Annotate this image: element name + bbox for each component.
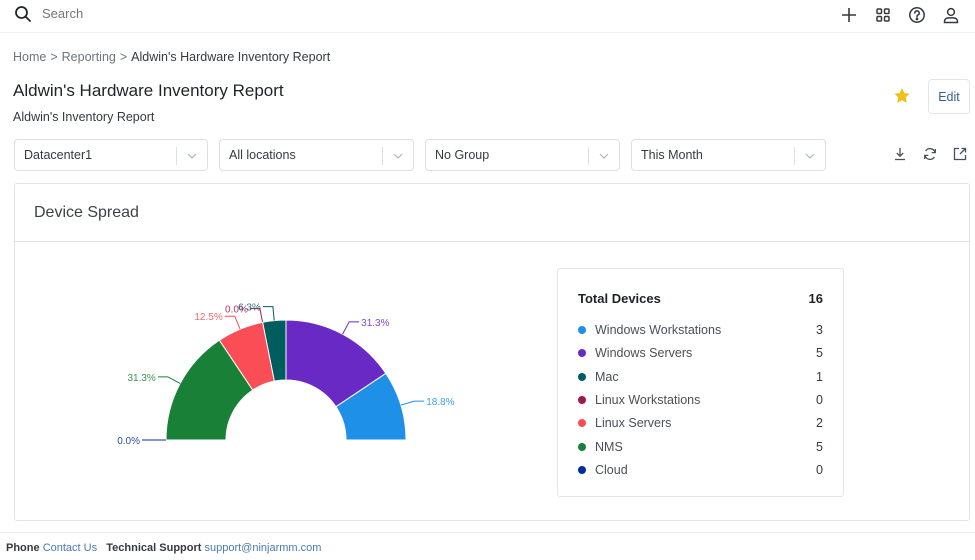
open-external-icon[interactable]	[952, 146, 968, 162]
legend-dot-icon	[578, 419, 586, 428]
filter-divider	[176, 147, 177, 165]
user-icon[interactable]	[941, 5, 961, 25]
apps-grid-icon[interactable]	[873, 5, 893, 25]
chart-legend: Total Devices 16 Windows Workstations 3 Wi…	[557, 268, 844, 497]
legend-count: 2	[816, 416, 823, 431]
legend-count: 5	[816, 346, 823, 361]
legend-item-linux-servers[interactable]: Linux Servers 2	[578, 416, 823, 430]
footer-support-link[interactable]: support@ninjarmm.com	[204, 542, 321, 554]
legend-count: 3	[816, 323, 823, 337]
filter-date-range[interactable]: This Month	[631, 139, 826, 171]
data-label-cloud: 0.0%	[117, 436, 140, 447]
legend-dot-icon	[578, 349, 586, 358]
search-input[interactable]	[42, 6, 342, 21]
footer-support-label: Technical Support	[106, 542, 202, 554]
chevron-down-icon[interactable]	[186, 150, 198, 162]
filter-value: All locations	[229, 148, 296, 162]
device-spread-card: Device Spread 18.8% 31.3% 6.3% 0.0% 12.5% 31.…	[14, 183, 970, 521]
legend-label: Mac	[595, 369, 619, 384]
favorite-star-icon[interactable]	[894, 88, 910, 104]
legend-label: Cloud	[595, 462, 628, 477]
report-tools	[892, 146, 968, 162]
filter-location[interactable]: All locations	[219, 139, 414, 171]
breadcrumb-current: Aldwin's Hardware Inventory Report	[131, 50, 331, 64]
breadcrumb-separator: >	[50, 50, 58, 64]
legend-total: Total Devices 16	[578, 291, 823, 306]
legend-item-nms[interactable]: NMS 5	[578, 440, 823, 454]
filter-value: This Month	[641, 148, 703, 162]
legend-label: Windows Servers	[595, 346, 693, 361]
device-spread-chart: 18.8%31.3%6.3%0.0%12.5%31.3%0.0%	[117, 303, 454, 447]
legend-label: Linux Workstations	[595, 392, 701, 407]
chevron-down-icon[interactable]	[392, 150, 404, 162]
legend-dot-icon	[578, 465, 586, 474]
legend-count: 1	[816, 369, 823, 384]
legend-item-cloud[interactable]: Cloud 0	[578, 463, 823, 477]
breadcrumb-separator: >	[119, 50, 128, 64]
help-icon[interactable]	[907, 5, 927, 25]
legend-item-mac[interactable]: Mac 1	[578, 370, 823, 384]
data-label-nms: 31.3%	[127, 373, 155, 384]
legend-label: Windows Workstations	[595, 323, 722, 337]
filter-value: No Group	[435, 148, 490, 162]
legend-count: 0	[816, 392, 823, 407]
legend-count: 0	[816, 462, 823, 477]
footer: Phone Contact Us Technical Support suppo…	[0, 532, 975, 560]
legend-count: 5	[816, 439, 823, 454]
legend-dot-icon	[578, 372, 586, 381]
filter-organization[interactable]: Datacenter1	[14, 139, 208, 171]
legend-dot-icon	[578, 326, 586, 334]
footer-phone-label: Phone	[6, 542, 40, 554]
leader-line-linux-servers	[224, 315, 241, 330]
filter-group[interactable]: No Group	[425, 139, 620, 171]
search-icon[interactable]	[14, 5, 32, 23]
legend-total-value: 16	[808, 291, 823, 306]
legend-dot-icon	[578, 395, 586, 404]
data-label-linux-workstations: 0.0%	[225, 305, 248, 316]
legend-item-windows-servers[interactable]: Windows Servers 5	[578, 346, 823, 360]
top-bar	[0, 0, 975, 33]
plus-icon[interactable]	[839, 5, 859, 25]
leader-line-mac	[262, 306, 275, 321]
filter-divider	[382, 147, 383, 165]
breadcrumb-reporting[interactable]: Reporting	[62, 50, 116, 64]
leader-line-nms	[157, 376, 181, 384]
page-subtitle: Aldwin's Inventory Report	[13, 110, 155, 124]
legend-item-linux-workstations[interactable]: Linux Workstations 0	[578, 393, 823, 407]
legend-item-windows-workstations[interactable]: Windows Workstations 3	[578, 323, 823, 337]
edit-button[interactable]: Edit	[928, 79, 970, 114]
data-label-windows-servers: 31.3%	[361, 318, 389, 329]
legend-label: NMS	[595, 439, 623, 454]
footer-contact-link[interactable]: Contact Us	[43, 542, 97, 554]
chevron-down-icon[interactable]	[598, 150, 610, 162]
data-label-windows-workstations: 18.8%	[426, 397, 454, 408]
page-title: Aldwin's Hardware Inventory Report	[13, 81, 284, 100]
chevron-down-icon[interactable]	[804, 150, 816, 162]
data-label-linux-servers: 12.5%	[194, 312, 222, 323]
filter-divider	[794, 147, 795, 165]
filter-value: Datacenter1	[24, 148, 93, 162]
legend-label: Linux Servers	[595, 416, 672, 431]
leader-line-windows-workstations	[400, 400, 425, 406]
download-icon[interactable]	[892, 146, 908, 162]
refresh-icon[interactable]	[922, 146, 938, 162]
legend-total-label: Total Devices	[578, 291, 661, 306]
breadcrumb: Home > Reporting > Aldwin's Hardware Invento…	[13, 50, 330, 64]
breadcrumb-home[interactable]: Home	[13, 50, 46, 64]
filter-divider	[588, 147, 589, 165]
leader-line-windows-servers	[342, 321, 360, 335]
legend-dot-icon	[578, 442, 586, 451]
